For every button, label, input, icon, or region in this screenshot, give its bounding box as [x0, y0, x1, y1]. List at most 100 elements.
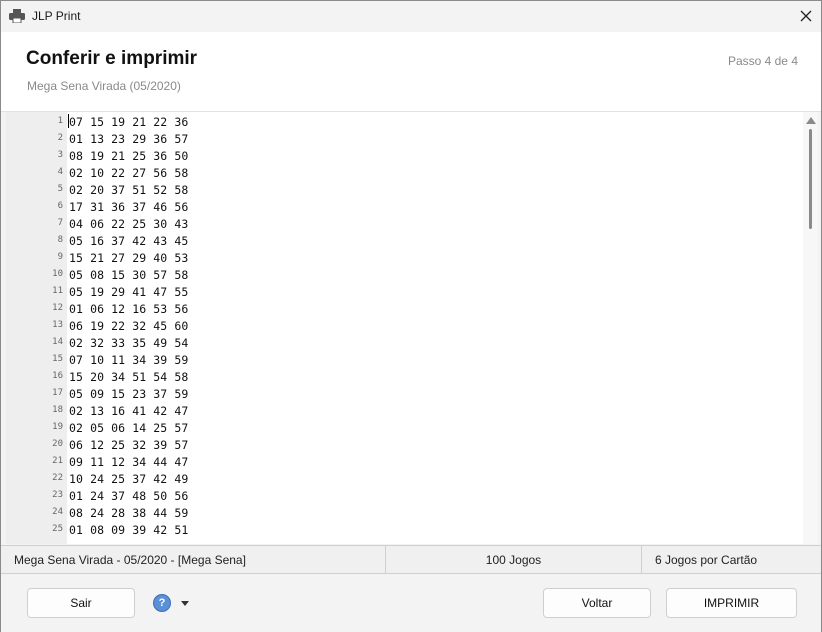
status-games-count: 100 Jogos [386, 546, 642, 574]
editor-line[interactable]: 7 04 06 22 25 30 43 [6, 216, 801, 233]
game-numbers[interactable]: 01 08 09 39 42 51 [69, 523, 188, 537]
editor-line[interactable]: 18 02 13 16 41 42 47 [6, 403, 801, 420]
editor-line[interactable]: 2 01 13 23 29 36 57 [6, 131, 801, 148]
line-number: 14 [52, 337, 63, 347]
game-numbers[interactable]: 08 24 28 38 44 59 [69, 506, 188, 520]
line-number: 20 [52, 439, 63, 449]
line-number: 2 [57, 133, 63, 143]
editor-line[interactable]: 24 08 24 28 38 44 59 [6, 505, 801, 522]
games-text-editor[interactable]: 1 07 15 19 21 22 36 2 01 13 23 29 36 57 3 08 … [6, 112, 818, 544]
game-numbers[interactable]: 06 19 22 32 45 60 [69, 319, 188, 333]
line-number: 22 [52, 473, 63, 483]
line-number: 23 [52, 490, 63, 500]
status-games-per-card: 6 Jogos por Cartão [655, 553, 758, 567]
editor-line[interactable]: 10 05 08 15 30 57 58 [6, 267, 801, 284]
line-number: 6 [57, 201, 63, 211]
game-numbers[interactable]: 02 32 33 35 49 54 [69, 336, 188, 350]
game-numbers[interactable]: 06 12 25 32 39 57 [69, 438, 188, 452]
line-number: 25 [52, 524, 63, 534]
line-number: 12 [52, 303, 63, 313]
title-bar: JLP Print [1, 1, 821, 32]
editor-line[interactable]: 16 15 20 34 51 54 58 [6, 369, 801, 386]
footer-bar: Sair ? Voltar IMPRIMIR [1, 575, 821, 632]
editor-line[interactable]: 19 02 05 06 14 25 57 [6, 420, 801, 437]
editor-line[interactable]: 13 06 19 22 32 45 60 [6, 318, 801, 335]
editor-line[interactable]: 3 08 19 21 25 36 50 [6, 148, 801, 165]
dialog-window: JLP Print Conferir e imprimir Mega Sena … [0, 0, 822, 632]
step-indicator: Passo 4 de 4 [727, 54, 798, 68]
print-button[interactable]: IMPRIMIR [666, 588, 797, 618]
scroll-up-arrow-icon[interactable] [806, 117, 816, 124]
game-numbers[interactable]: 02 05 06 14 25 57 [69, 421, 188, 435]
printer-icon [9, 9, 25, 23]
editor-line[interactable]: 11 05 19 29 41 47 55 [6, 284, 801, 301]
line-number: 1 [57, 116, 63, 126]
editor-line[interactable]: 23 01 24 37 48 50 56 [6, 488, 801, 505]
game-numbers[interactable]: 01 13 23 29 36 57 [69, 132, 188, 146]
game-numbers[interactable]: 01 24 37 48 50 56 [69, 489, 188, 503]
line-number: 21 [52, 456, 63, 466]
editor-line[interactable]: 5 02 20 37 51 52 58 [6, 182, 801, 199]
line-number: 15 [52, 354, 63, 364]
editor-line[interactable]: 9 15 21 27 29 40 53 [6, 250, 801, 267]
back-button[interactable]: Voltar [543, 588, 651, 618]
game-numbers[interactable]: 10 24 25 37 42 49 [69, 472, 188, 486]
page-subtitle: Mega Sena Virada (05/2020) [27, 79, 181, 93]
game-numbers[interactable]: 02 20 37 51 52 58 [69, 183, 188, 197]
editor-line[interactable]: 17 05 09 15 23 37 59 [6, 386, 801, 403]
game-numbers[interactable]: 15 21 27 29 40 53 [69, 251, 188, 265]
line-number: 10 [52, 269, 63, 279]
editor-line[interactable]: 1 07 15 19 21 22 36 [6, 114, 801, 131]
game-numbers[interactable]: 08 19 21 25 36 50 [69, 149, 188, 163]
editor-line[interactable]: 21 09 11 12 34 44 47 [6, 454, 801, 471]
line-number: 7 [57, 218, 63, 228]
close-button[interactable] [795, 5, 817, 27]
text-caret [68, 114, 69, 128]
editor-line[interactable]: 4 02 10 22 27 56 58 [6, 165, 801, 182]
editor-line[interactable]: 22 10 24 25 37 42 49 [6, 471, 801, 488]
game-numbers[interactable]: 05 08 15 30 57 58 [69, 268, 188, 282]
close-icon [800, 10, 812, 22]
help-icon[interactable]: ? [153, 594, 171, 612]
editor-line[interactable]: 8 05 16 37 42 43 45 [6, 233, 801, 250]
wizard-header: Conferir e imprimir Mega Sena Virada (05… [1, 32, 821, 112]
game-numbers[interactable]: 05 09 15 23 37 59 [69, 387, 188, 401]
game-numbers[interactable]: 09 11 12 34 44 47 [69, 455, 188, 469]
editor-line[interactable]: 6 17 31 36 37 46 56 [6, 199, 801, 216]
game-numbers[interactable]: 07 10 11 34 39 59 [69, 353, 188, 367]
game-numbers[interactable]: 01 06 12 16 53 56 [69, 302, 188, 316]
game-numbers[interactable]: 05 19 29 41 47 55 [69, 285, 188, 299]
editor-line[interactable]: 12 01 06 12 16 53 56 [6, 301, 801, 318]
game-numbers[interactable]: 02 13 16 41 42 47 [69, 404, 188, 418]
line-number: 9 [57, 252, 63, 262]
game-numbers[interactable]: 07 15 19 21 22 36 [69, 115, 188, 129]
vertical-scrollbar[interactable] [803, 112, 818, 544]
exit-button[interactable]: Sair [27, 588, 135, 618]
help-dropdown-chevron-icon[interactable] [181, 601, 189, 606]
line-number: 18 [52, 405, 63, 415]
line-number: 24 [52, 507, 63, 517]
game-numbers[interactable]: 15 20 34 51 54 58 [69, 370, 188, 384]
line-number: 3 [57, 150, 63, 160]
line-number: 8 [57, 235, 63, 245]
status-contest: Mega Sena Virada - 05/2020 - [Mega Sena] [1, 546, 386, 574]
line-number: 4 [57, 167, 63, 177]
line-number: 17 [52, 388, 63, 398]
window-title: JLP Print [32, 9, 81, 23]
editor-line[interactable]: 15 07 10 11 34 39 59 [6, 352, 801, 369]
game-numbers[interactable]: 17 31 36 37 46 56 [69, 200, 188, 214]
game-numbers[interactable]: 05 16 37 42 43 45 [69, 234, 188, 248]
line-number: 11 [52, 286, 63, 296]
editor-line[interactable]: 14 02 32 33 35 49 54 [6, 335, 801, 352]
scroll-thumb[interactable] [809, 129, 812, 229]
game-numbers[interactable]: 04 06 22 25 30 43 [69, 217, 188, 231]
line-number: 13 [52, 320, 63, 330]
status-bar: Mega Sena Virada - 05/2020 - [Mega Sena]… [1, 545, 821, 574]
editor-lines[interactable]: 1 07 15 19 21 22 36 2 01 13 23 29 36 57 3 08 … [6, 114, 801, 539]
game-numbers[interactable]: 02 10 22 27 56 58 [69, 166, 188, 180]
page-title: Conferir e imprimir [26, 48, 198, 69]
editor-line[interactable]: 20 06 12 25 32 39 57 [6, 437, 801, 454]
editor-line[interactable]: 25 01 08 09 39 42 51 [6, 522, 801, 539]
line-number: 19 [52, 422, 63, 432]
line-number: 16 [52, 371, 63, 381]
